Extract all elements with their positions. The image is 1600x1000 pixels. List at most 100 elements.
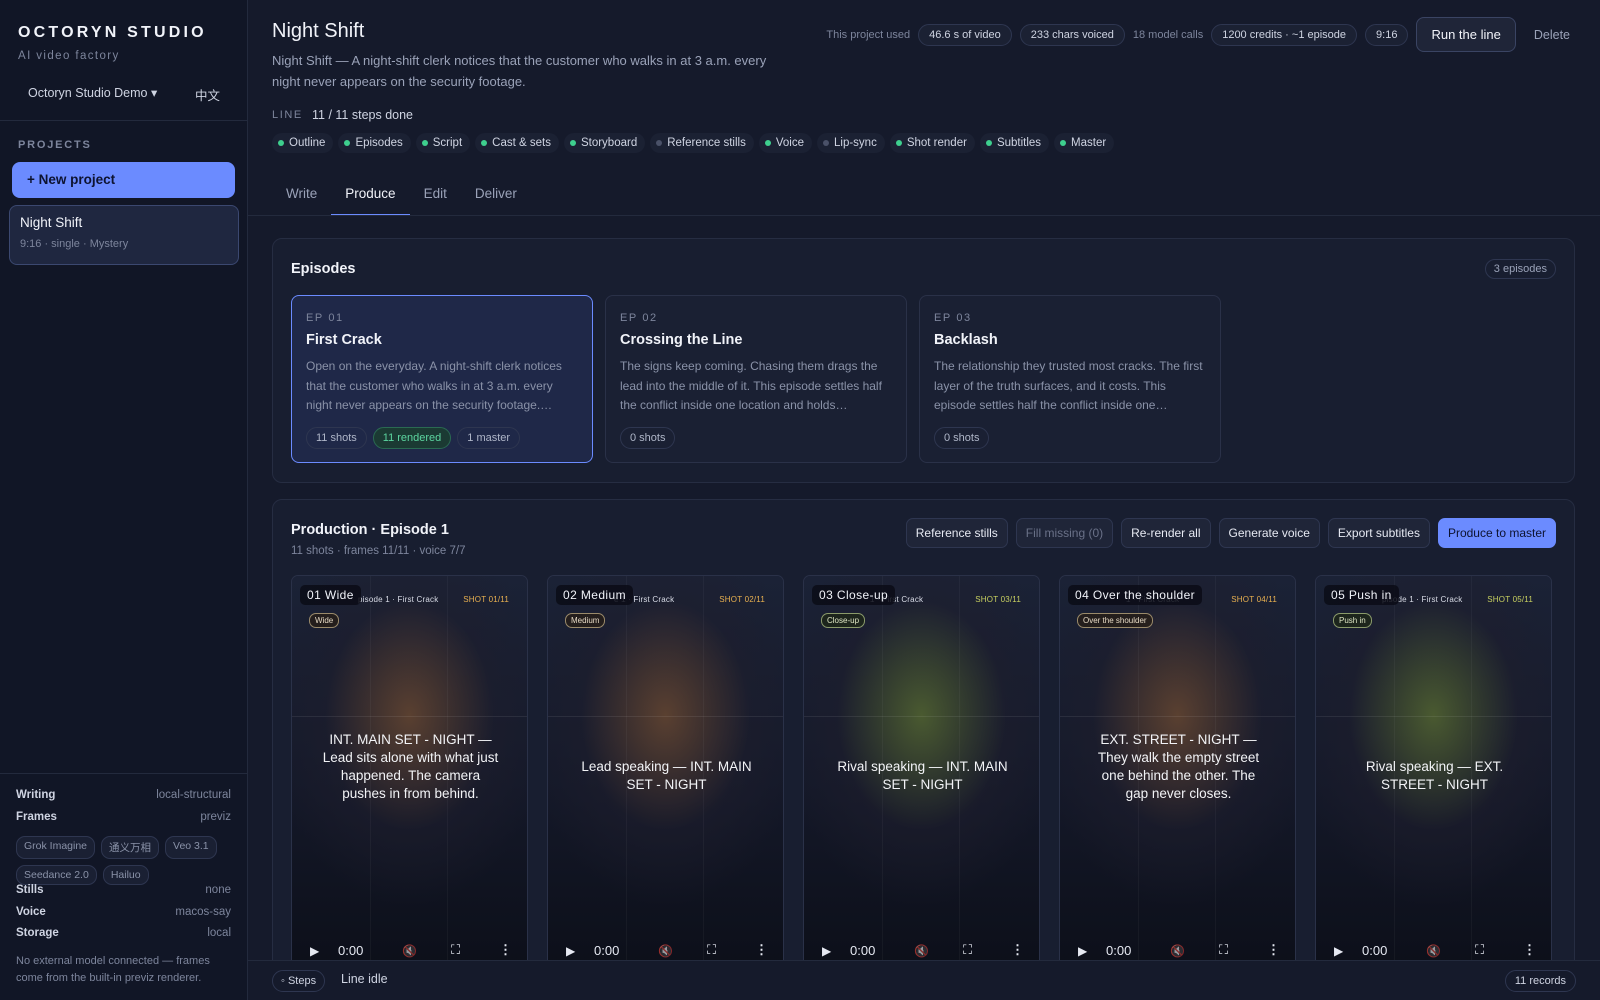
project-card[interactable]: Night Shift 9:16 · single · Mystery — [9, 205, 239, 265]
fullscreen-icon[interactable]: ⛶ — [1475, 942, 1484, 958]
frame-model-chip[interactable]: Grok Imagine — [16, 836, 96, 859]
shot-card[interactable]: 1 · First Crack SHOT 03/11 Close-up 03 Clos… — [803, 575, 1040, 975]
produce-to-master-button[interactable]: Produce to master — [1437, 518, 1556, 548]
credits-badge: 1200 credits · ~1 episode — [1211, 23, 1358, 46]
mute-icon[interactable]: 🔇 — [1426, 944, 1441, 958]
episodes-panel: Episodes 3 episodes EP 01 First Crack Open… — [272, 238, 1575, 483]
step-chip[interactable]: Reference stills — [650, 133, 754, 153]
more-options-icon[interactable]: ⋮ — [755, 942, 768, 958]
mute-icon[interactable]: 🔇 — [1170, 944, 1185, 958]
step-chip[interactable]: Subtitles — [979, 133, 1050, 153]
episode-card[interactable]: EP 01 First Crack Open on the everyday. A … — [291, 295, 593, 463]
new-project-button[interactable]: + New project — [12, 162, 235, 198]
re-render-all-button[interactable]: Re-render all — [1121, 518, 1211, 548]
step-chip[interactable]: Script — [415, 133, 471, 153]
shot-type-tag: Close-up — [821, 613, 866, 628]
tab-deliver[interactable]: Deliver — [461, 177, 531, 216]
config-value: local — [207, 927, 231, 939]
episode-stats: 0 shots — [934, 427, 1206, 449]
production-panel: Production · Episode 1 11 shots · frames… — [272, 499, 1575, 1000]
frame-model-chip[interactable]: Hailuo — [102, 865, 149, 885]
episode-stats: 11 shots 11 rendered 1 master — [306, 427, 578, 449]
step-chip[interactable]: Lip-sync — [817, 133, 885, 153]
project-meta: 9:16 · single · Mystery — [20, 238, 129, 250]
horizon-line — [804, 716, 1039, 717]
shot-type-tag: Medium — [565, 613, 606, 628]
step-chip[interactable]: Cast & sets — [475, 133, 559, 153]
step-chip[interactable]: Voice — [758, 133, 812, 153]
records-badge[interactable]: 11 records — [1504, 970, 1576, 992]
frame-model-chip[interactable]: 通义万相 — [101, 836, 160, 859]
step-chip[interactable]: Master — [1054, 133, 1115, 153]
shot-code: SHOT 01/11 — [463, 595, 509, 604]
export-subtitles-button[interactable]: Export subtitles — [1327, 518, 1430, 548]
shot-card[interactable]: e 1 · First Crack SHOT 02/11 Medium 02 Medi… — [547, 575, 784, 975]
step-chip[interactable]: Outline — [272, 133, 334, 153]
shot-description: INT. MAIN SET - NIGHT — Lead sits alone … — [322, 732, 499, 801]
more-options-icon[interactable]: ⋮ — [1011, 942, 1024, 958]
mute-icon[interactable]: 🔇 — [402, 944, 417, 958]
play-icon[interactable]: ▶ — [822, 944, 831, 958]
pipeline-steps: Outline Episodes Script Cast & sets Storyboa… — [272, 133, 1115, 153]
main-area: Night Shift Night Shift — A night-shift … — [248, 0, 1600, 1000]
step-done-dot — [278, 140, 284, 146]
time-display: 0:00 — [1106, 943, 1132, 958]
config-writing: Writing local-structural — [16, 789, 231, 801]
shot-caption: pisode 1 · First Crack — [358, 595, 439, 604]
fullscreen-icon[interactable]: ⛶ — [1219, 942, 1228, 958]
model-calls-count: 18 model calls — [1132, 28, 1204, 41]
aspect-ratio-badge: 9:16 — [1365, 23, 1409, 46]
shot-card[interactable]: pisode 1 · First Crack SHOT 01/11 Wide 01 W… — [291, 575, 528, 975]
step-label: Voice — [775, 137, 804, 149]
step-chip[interactable]: Episodes — [338, 133, 411, 153]
step-chip[interactable]: Storyboard — [563, 133, 646, 153]
config-label: Stills — [16, 884, 44, 896]
frame-model-chip[interactable]: Seedance 2.0 — [16, 865, 97, 885]
video-usage-badge: 46.6 s of video — [918, 23, 1012, 46]
shot-card[interactable]: 1 · First CrackSHOT 04/11Over the should… — [1059, 575, 1296, 975]
generate-voice-button[interactable]: Generate voice — [1218, 518, 1320, 548]
play-icon[interactable]: ▶ — [1334, 944, 1343, 958]
more-options-icon[interactable]: ⋮ — [499, 942, 512, 958]
fullscreen-icon[interactable]: ⛶ — [451, 942, 460, 958]
status-bar: ◦ Steps Line idle 11 records — [248, 960, 1600, 1000]
fullscreen-icon[interactable]: ⛶ — [707, 942, 716, 958]
shot-label: 02 Medium — [556, 585, 633, 605]
run-line-button[interactable]: Run the line — [1416, 17, 1516, 52]
production-title: Production · Episode 1 — [291, 522, 449, 538]
fullscreen-icon[interactable]: ⛶ — [963, 942, 972, 958]
episode-card[interactable]: EP 03 Backlash The relationship they trust… — [919, 295, 1221, 463]
tab-write[interactable]: Write — [272, 177, 331, 216]
episode-stat-badge: 11 shots — [306, 427, 367, 449]
episode-description: Open on the everyday. A night-shift cler… — [306, 359, 562, 412]
episode-card[interactable]: EP 02 Crossing the Line The signs keep com… — [605, 295, 907, 463]
episode-number: EP 03 — [934, 312, 972, 324]
tab-produce[interactable]: Produce — [331, 177, 410, 216]
play-icon[interactable]: ▶ — [310, 944, 319, 958]
delete-button[interactable]: Delete — [1524, 19, 1578, 51]
more-options-icon[interactable]: ⋮ — [1523, 942, 1536, 958]
frame-model-chip[interactable]: Veo 3.1 — [165, 836, 217, 859]
mute-icon[interactable]: 🔇 — [914, 944, 929, 958]
shot-card[interactable]: pisode 1 · First Crack SHOT 05/11 Push in 0… — [1315, 575, 1552, 975]
language-toggle[interactable]: 中文 — [195, 85, 220, 104]
line-progress: 11 / 11 steps done — [312, 108, 414, 122]
steps-toggle[interactable]: ◦ Steps — [272, 970, 326, 992]
step-done-dot — [985, 140, 992, 146]
step-chip[interactable]: Shot render — [889, 133, 975, 153]
more-options-icon[interactable]: ⋮ — [1267, 942, 1280, 958]
step-done-dot — [569, 140, 576, 146]
play-icon[interactable]: ▶ — [1078, 944, 1087, 958]
shot-code: SHOT 03/11 — [975, 595, 1021, 604]
production-actions: Reference stills Fill missing (0) Re-ren… — [905, 518, 1556, 548]
config-label: Writing — [16, 789, 56, 801]
horizon-line — [548, 716, 783, 717]
mute-icon[interactable]: 🔇 — [658, 944, 673, 958]
tab-edit[interactable]: Edit — [410, 177, 461, 216]
org-select[interactable]: Octoryn Studio Demo ▾ — [28, 85, 157, 100]
play-icon[interactable]: ▶ — [566, 944, 575, 958]
episode-description: The relationship they trusted most crack… — [934, 359, 1203, 412]
reference-stills-button[interactable]: Reference stills — [905, 518, 1008, 548]
fill-missing-button[interactable]: Fill missing (0) — [1015, 518, 1114, 548]
episode-title: First Crack — [306, 332, 382, 348]
